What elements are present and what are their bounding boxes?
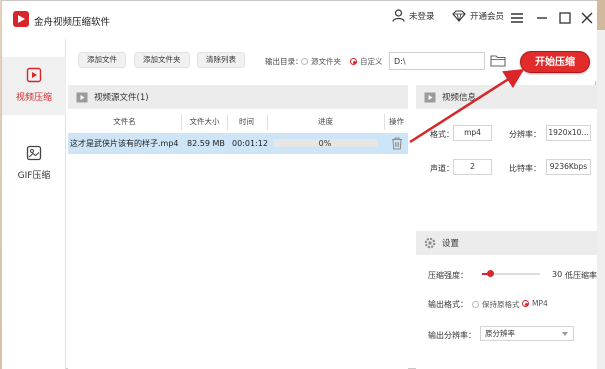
annotation-arrow: [409, 68, 525, 144]
